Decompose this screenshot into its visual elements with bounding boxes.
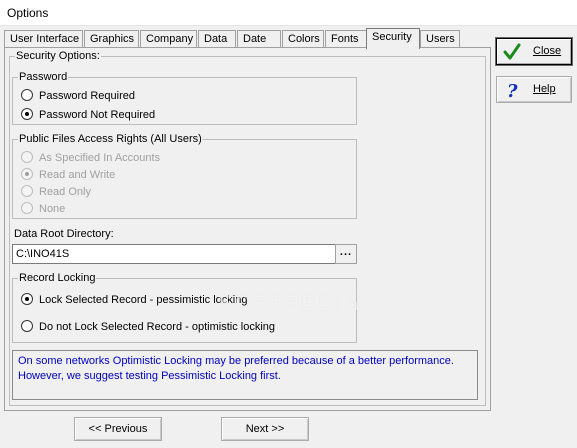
tab-company[interactable]: Company	[140, 30, 197, 48]
radio-button[interactable]	[21, 185, 33, 197]
tab-user-interface[interactable]: User Interface	[4, 30, 83, 48]
radio-button[interactable]	[21, 202, 33, 214]
radio-label: Read Only	[39, 186, 91, 198]
public-files-group: Public Files Access Rights (All Users) A…	[12, 133, 357, 219]
help-button-label: Help	[533, 83, 556, 95]
question-icon: ?	[507, 81, 518, 99]
radio-button[interactable]	[21, 89, 33, 101]
radio-button[interactable]	[21, 293, 33, 305]
title-bar: Options	[0, 0, 577, 26]
radio-label: As Specified In Accounts	[39, 152, 161, 164]
password-group-title: Password	[18, 71, 69, 83]
radio-password-not-required[interactable]: Password Not Required	[21, 108, 155, 122]
record-locking-group-title: Record Locking	[18, 272, 97, 284]
close-button-label: Close	[533, 45, 562, 57]
tab-users[interactable]: Users	[420, 30, 460, 48]
radio-as-specified[interactable]: As Specified In Accounts	[21, 151, 160, 165]
tab-fonts[interactable]: Fonts	[325, 30, 367, 48]
radio-label: Password Required	[39, 90, 135, 102]
radio-do-not-lock[interactable]: Do not Lock Selected Record - optimistic…	[21, 320, 275, 334]
info-message: On some networks Optimistic Locking may …	[12, 350, 478, 400]
data-root-input[interactable]: C:\INO41S	[12, 244, 338, 264]
help-button[interactable]: ? Help	[496, 76, 572, 103]
record-locking-group: Record Locking Lock Selected Record - pe…	[12, 272, 357, 343]
tab-colors[interactable]: Colors	[282, 30, 324, 48]
radio-label: Do not Lock Selected Record - optimistic…	[39, 321, 275, 333]
tab-strip: User Interface Graphics Company Data Dat…	[4, 28, 494, 49]
next-button[interactable]: Next >>	[221, 417, 309, 441]
tab-graphics[interactable]: Graphics	[84, 30, 139, 48]
radio-password-required[interactable]: Password Required	[21, 89, 135, 103]
svg-text:?: ?	[507, 81, 518, 99]
radio-button[interactable]	[21, 168, 33, 180]
close-button[interactable]: Close	[496, 38, 572, 65]
public-files-group-title: Public Files Access Rights (All Users)	[18, 133, 203, 145]
tab-date[interactable]: Date	[237, 30, 281, 48]
data-root-label: Data Root Directory:	[14, 228, 114, 240]
radio-button[interactable]	[21, 108, 33, 120]
security-options-title: Security Options:	[15, 50, 101, 62]
radio-read-and-write[interactable]: Read and Write	[21, 168, 115, 182]
checkmark-icon	[503, 43, 521, 60]
radio-none[interactable]: None	[21, 202, 65, 216]
radio-read-only[interactable]: Read Only	[21, 185, 91, 199]
radio-label: None	[39, 203, 66, 215]
tab-security[interactable]: Security	[366, 28, 420, 49]
tab-data[interactable]: Data	[198, 30, 236, 48]
password-group: Password Password Required Password Not …	[12, 71, 357, 125]
window-title: Options	[7, 6, 49, 20]
radio-label: Lock Selected Record - pessimistic locki…	[39, 294, 248, 306]
radio-lock-selected[interactable]: Lock Selected Record - pessimistic locki…	[21, 293, 247, 307]
info-line-1: On some networks Optimistic Locking may …	[18, 355, 454, 367]
browse-button[interactable]: ...	[335, 244, 357, 264]
radio-button[interactable]	[21, 320, 33, 332]
radio-label: Read and Write	[39, 169, 116, 181]
radio-button[interactable]	[21, 151, 33, 163]
previous-button[interactable]: << Previous	[74, 417, 162, 441]
info-line-2: However, we suggest testing Pessimistic …	[18, 370, 281, 382]
radio-label: Password Not Required	[39, 109, 156, 121]
